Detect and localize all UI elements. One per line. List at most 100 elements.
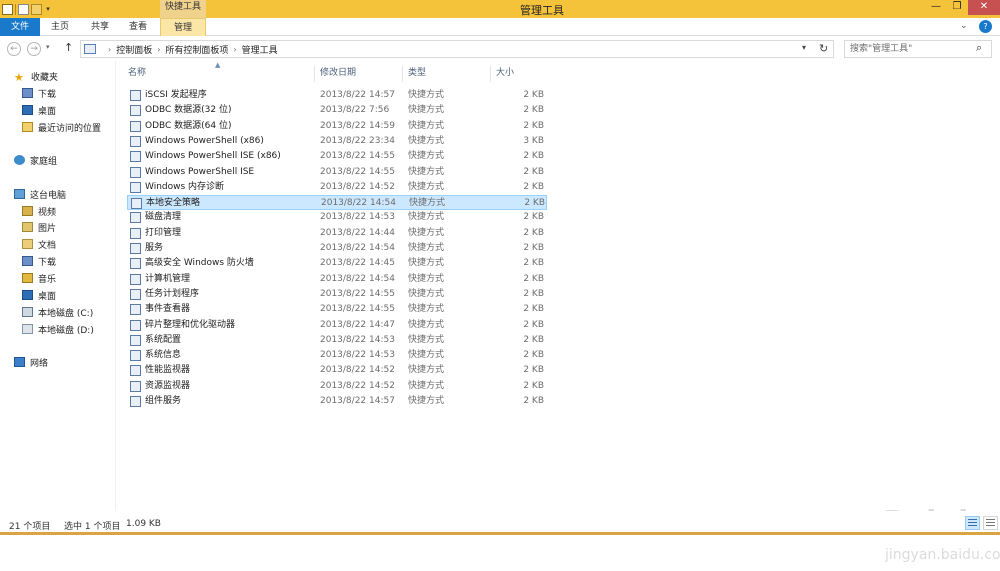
- table-row[interactable]: 任务计划程序 2013/8/22 14:55 快捷方式 2 KB: [127, 287, 547, 302]
- shortcut-icon: [130, 350, 141, 362]
- shortcut-icon: [130, 380, 141, 392]
- customize-toolbar-dropdown-icon[interactable]: ▾: [44, 4, 52, 15]
- table-row[interactable]: Windows PowerShell ISE (x86) 2013/8/22 14…: [127, 149, 547, 164]
- forward-button[interactable]: →: [27, 42, 41, 56]
- breadcrumb-separator[interactable]: ›: [157, 45, 160, 54]
- table-row[interactable]: 性能监视器 2013/8/22 14:52 快捷方式 2 KB: [127, 363, 547, 378]
- nav-item-favorites[interactable]: ★ 收藏夹: [14, 71, 58, 86]
- nav-item-recent-places[interactable]: 最近访问的位置: [22, 122, 101, 137]
- table-row[interactable]: Windows PowerShell ISE 2013/8/22 14:55 快捷方…: [127, 165, 547, 180]
- search-icon[interactable]: ⌕: [976, 41, 982, 55]
- file-name: 任务计划程序: [145, 288, 200, 299]
- downloads-folder-icon: [22, 256, 33, 266]
- table-row[interactable]: 系统信息 2013/8/22 14:53 快捷方式 2 KB: [127, 348, 547, 363]
- tab-file[interactable]: 文件: [0, 18, 40, 36]
- help-icon[interactable]: ?: [979, 20, 992, 33]
- close-button[interactable]: ✕: [968, 0, 1000, 15]
- file-date: 2013/8/22 14:59: [320, 120, 395, 131]
- nav-item-this-pc[interactable]: 这台电脑: [14, 189, 66, 204]
- table-row[interactable]: ODBC 数据源(32 位) 2013/8/22 7:56 快捷方式 2 KB: [127, 103, 547, 118]
- nav-item-drive-c[interactable]: 本地磁盘 (C:): [22, 307, 93, 322]
- tab-view[interactable]: 查看: [120, 18, 156, 36]
- file-name: 磁盘清理: [145, 212, 182, 223]
- breadcrumb-separator[interactable]: ›: [233, 45, 236, 54]
- search-input[interactable]: 搜索"管理工具": [844, 40, 992, 58]
- large-icons-view-button[interactable]: [983, 516, 998, 530]
- column-header-date[interactable]: 修改日期: [315, 66, 403, 82]
- details-view-icon: [968, 519, 977, 520]
- breadcrumb-item[interactable]: 所有控制面板项: [165, 43, 228, 56]
- file-type: 快捷方式: [408, 319, 445, 330]
- properties-icon[interactable]: [18, 3, 29, 15]
- shortcut-icon: [130, 181, 141, 193]
- table-row[interactable]: 打印管理 2013/8/22 14:44 快捷方式 2 KB: [127, 226, 547, 241]
- back-button[interactable]: ←: [7, 42, 21, 56]
- recent-locations-dropdown-icon[interactable]: ▾: [46, 43, 50, 51]
- breadcrumb-root-chevron-icon[interactable]: ›: [108, 45, 111, 54]
- breadcrumb-item[interactable]: 管理工具: [242, 43, 278, 56]
- table-row[interactable]: 计算机管理 2013/8/22 14:54 快捷方式 2 KB: [127, 272, 547, 287]
- network-icon: [14, 357, 25, 367]
- navigation-pane: ★ 收藏夹 下载 桌面 最近访问的位置 家庭组 这台电脑 视频 图片 文档 下载 …: [0, 61, 116, 511]
- app-icon[interactable]: [2, 3, 13, 15]
- table-row[interactable]: 组件服务 2013/8/22 14:57 快捷方式 2 KB: [127, 394, 547, 409]
- file-type: 快捷方式: [409, 198, 446, 209]
- file-name: 碎片整理和优化驱动器: [145, 319, 236, 330]
- column-header-size[interactable]: 大小: [491, 66, 549, 82]
- table-row[interactable]: 事件查看器 2013/8/22 14:55 快捷方式 2 KB: [127, 302, 547, 317]
- table-row[interactable]: iSCSI 发起程序 2013/8/22 14:57 快捷方式 2 KB: [127, 88, 547, 103]
- details-view-button[interactable]: [965, 516, 980, 530]
- file-type: 快捷方式: [408, 90, 445, 100]
- nav-item-homegroup[interactable]: 家庭组: [14, 155, 57, 170]
- nav-item-videos[interactable]: 视频: [22, 206, 56, 221]
- table-row[interactable]: 系统配置 2013/8/22 14:53 快捷方式 2 KB: [127, 333, 547, 348]
- column-header-type[interactable]: 类型: [403, 66, 491, 82]
- table-row[interactable]: 碎片整理和优化驱动器 2013/8/22 14:47 快捷方式 2 KB: [127, 318, 547, 333]
- tab-home[interactable]: 主页: [42, 18, 78, 36]
- tab-share[interactable]: 共享: [82, 18, 118, 36]
- homegroup-icon: [14, 155, 25, 165]
- context-tab-group-label: 快捷工具: [160, 0, 206, 18]
- nav-item-desktop-pc[interactable]: 桌面: [22, 290, 56, 305]
- refresh-icon[interactable]: ↻: [819, 42, 828, 55]
- file-date: 2013/8/22 14:53: [320, 212, 395, 223]
- nav-item-documents[interactable]: 文档: [22, 239, 56, 254]
- address-history-dropdown-icon[interactable]: ▾: [802, 43, 806, 52]
- documents-folder-icon: [22, 239, 33, 249]
- table-row[interactable]: 高级安全 Windows 防火墙 2013/8/22 14:45 快捷方式 2 KB: [127, 256, 547, 271]
- restore-button[interactable]: ❐: [945, 0, 969, 15]
- address-bar[interactable]: › 控制面板 › 所有控制面板项 › 管理工具 ▾ ↻: [80, 40, 834, 58]
- file-name: 服务: [145, 243, 164, 253]
- new-folder-icon[interactable]: [31, 3, 42, 15]
- table-row[interactable]: 磁盘清理 2013/8/22 14:53 快捷方式 2 KB: [127, 210, 547, 225]
- table-row[interactable]: 服务 2013/8/22 14:54 快捷方式 2 KB: [127, 241, 547, 256]
- table-row[interactable]: ODBC 数据源(64 位) 2013/8/22 14:59 快捷方式 2 KB: [127, 119, 547, 134]
- nav-item-downloads-pc[interactable]: 下载: [22, 256, 56, 271]
- nav-item-network[interactable]: 网络: [14, 357, 48, 372]
- nav-item-label: 桌面: [38, 292, 57, 302]
- file-name: ODBC 数据源(64 位): [145, 120, 232, 131]
- breadcrumb: › 控制面板 › 所有控制面板项 › 管理工具: [103, 41, 278, 57]
- nav-item-drive-d[interactable]: 本地磁盘 (D:): [22, 324, 94, 339]
- table-row[interactable]: 本地安全策略 2013/8/22 14:54 快捷方式 2 KB: [127, 195, 547, 211]
- file-size: 2 KB: [523, 273, 544, 284]
- nav-item-desktop[interactable]: 桌面: [22, 105, 56, 120]
- nav-item-downloads[interactable]: 下载: [22, 88, 56, 103]
- column-header-name[interactable]: 名称: [123, 66, 315, 82]
- table-row[interactable]: Windows 内存诊断 2013/8/22 14:52 快捷方式 2 KB: [127, 180, 547, 195]
- tab-manage[interactable]: 管理: [160, 18, 206, 36]
- breadcrumb-item[interactable]: 控制面板: [116, 43, 152, 56]
- nav-item-music[interactable]: 音乐: [22, 273, 56, 288]
- expand-ribbon-icon[interactable]: ⌄: [960, 21, 968, 31]
- nav-item-pictures[interactable]: 图片: [22, 222, 56, 237]
- file-type: 快捷方式: [408, 304, 445, 315]
- file-size: 2 KB: [523, 166, 544, 177]
- table-row[interactable]: 资源监视器 2013/8/22 14:52 快捷方式 2 KB: [127, 379, 547, 394]
- file-date: 2013/8/22 14:53: [320, 334, 395, 345]
- up-button[interactable]: ↑: [64, 41, 73, 54]
- file-list-pane: ▲ 名称 修改日期 类型 大小 iSCSI 发起程序 2013/8/22 14:5…: [117, 61, 1000, 563]
- file-name: Windows PowerShell ISE (x86): [145, 151, 281, 162]
- item-count: 21 个项目: [9, 522, 51, 532]
- file-size: 2 KB: [523, 319, 544, 330]
- table-row[interactable]: Windows PowerShell (x86) 2013/8/22 23:34 快…: [127, 134, 547, 149]
